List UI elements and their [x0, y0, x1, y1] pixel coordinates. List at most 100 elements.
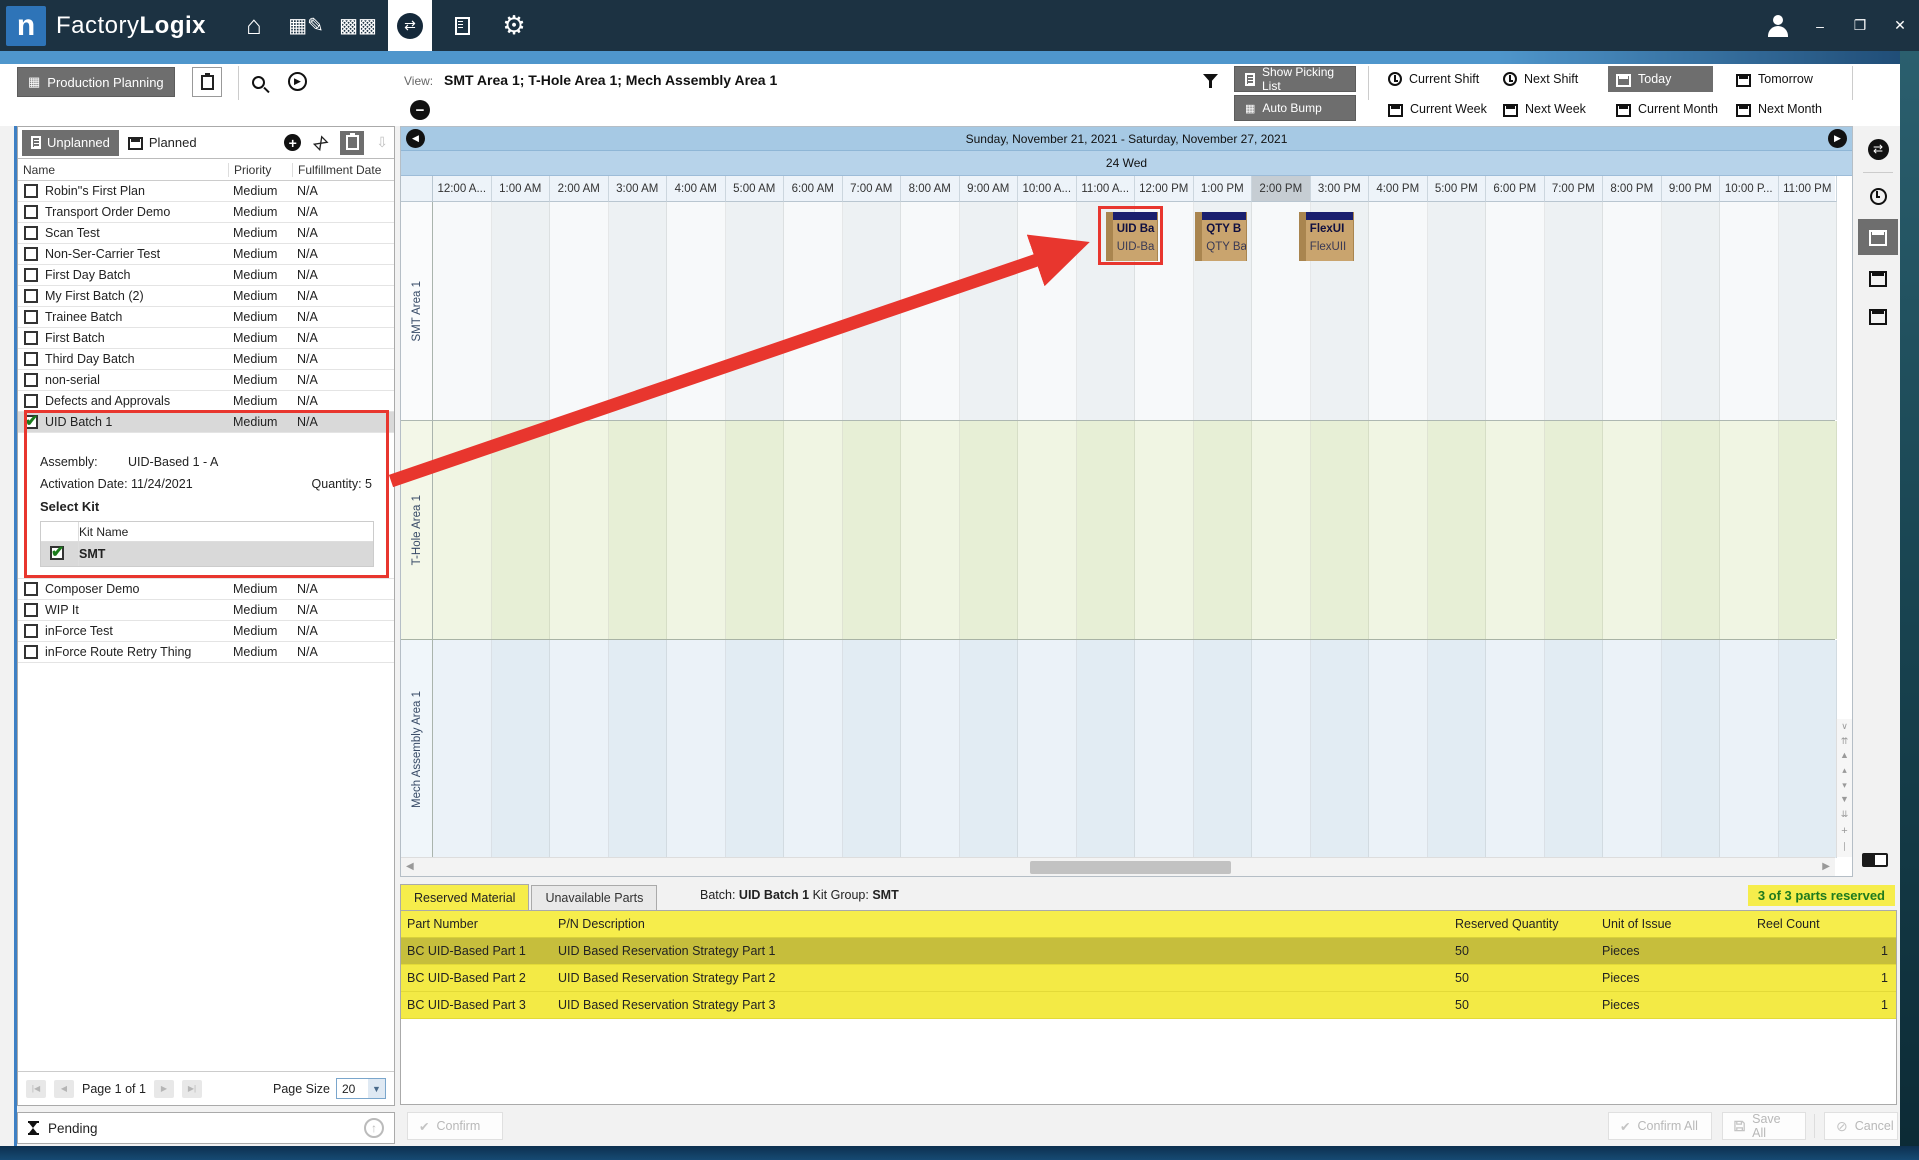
schedule-cell[interactable] — [1369, 640, 1428, 858]
schedule-cell[interactable] — [667, 640, 726, 858]
next-month-button[interactable]: Next Month — [1728, 96, 1830, 122]
schedule-cell[interactable] — [1486, 202, 1545, 420]
save-all-button[interactable]: Save All — [1722, 1112, 1806, 1140]
row-checkbox[interactable] — [24, 184, 38, 198]
auto-bump-button[interactable]: ▦Auto Bump — [1234, 95, 1356, 121]
schedule-event[interactable]: FlexUIFlexUII — [1299, 212, 1354, 261]
schedule-cell[interactable] — [492, 421, 551, 639]
batch-row[interactable]: My First Batch (2)MediumN/A — [18, 286, 394, 307]
schedule-cell[interactable] — [1018, 640, 1077, 858]
batch-row[interactable]: Scan TestMediumN/A — [18, 223, 394, 244]
schedule-cell[interactable] — [1369, 202, 1428, 420]
hour-header[interactable]: 7:00 AM — [843, 176, 902, 202]
restore-button[interactable]: ❐ — [1851, 17, 1869, 34]
schedule-cell[interactable] — [667, 202, 726, 420]
hour-header[interactable]: 8:00 AM — [901, 176, 960, 202]
row-checkbox[interactable] — [24, 352, 38, 366]
current-week-button[interactable]: Current Week — [1380, 96, 1495, 122]
tab-unavailable-parts[interactable]: Unavailable Parts — [531, 885, 657, 910]
part-row[interactable]: BC UID-Based Part 1UID Based Reservation… — [401, 938, 1896, 965]
kit-checkbox[interactable] — [50, 546, 64, 560]
schedule-cell[interactable] — [433, 202, 492, 420]
row-checkbox[interactable] — [24, 603, 38, 617]
minimize-button[interactable]: – — [1811, 18, 1829, 34]
settings-gear-icon[interactable]: ⚙ — [492, 4, 536, 48]
hour-header[interactable]: 12:00 A... — [433, 176, 492, 202]
schedule-cell[interactable] — [960, 640, 1019, 858]
hour-header[interactable]: 12:00 PM — [1135, 176, 1194, 202]
batch-row[interactable]: non-serialMediumN/A — [18, 370, 394, 391]
batch-row[interactable]: Trainee BatchMediumN/A — [18, 307, 394, 328]
row-checkbox[interactable] — [24, 268, 38, 282]
schedule-cell[interactable] — [1603, 640, 1662, 858]
schedule-cell[interactable] — [1194, 421, 1253, 639]
part-row[interactable]: BC UID-Based Part 3UID Based Reservation… — [401, 992, 1896, 1019]
kit-row[interactable]: SMT — [41, 542, 373, 566]
schedule-cell[interactable] — [901, 640, 960, 858]
tab-unplanned[interactable]: Unplanned — [22, 130, 119, 156]
filter-icon[interactable] — [1203, 74, 1218, 88]
schedule-cell[interactable] — [609, 202, 668, 420]
schedule-cell[interactable] — [1018, 421, 1077, 639]
hour-header[interactable]: 3:00 AM — [609, 176, 668, 202]
schedule-cell[interactable] — [1545, 202, 1604, 420]
schedule-cell[interactable] — [1252, 421, 1311, 639]
go-icon[interactable]: ▶ — [288, 72, 307, 91]
schedule-event[interactable]: UID BaUID-Ba — [1106, 212, 1158, 261]
shift-view-icon[interactable] — [1861, 181, 1895, 211]
schedule-cell[interactable] — [1311, 421, 1370, 639]
home-icon[interactable]: ⌂ — [232, 4, 276, 48]
schedule-cell[interactable] — [1369, 421, 1428, 639]
schedule-cell[interactable] — [1779, 640, 1838, 858]
hour-header[interactable]: 11:00 A... — [1077, 176, 1136, 202]
schedule-cell[interactable] — [901, 421, 960, 639]
search-icon[interactable] — [252, 76, 265, 89]
transfer-icon[interactable]: ⇄ — [388, 0, 432, 51]
row-checkbox[interactable] — [24, 331, 38, 345]
column-fulfillment[interactable]: Fulfillment Date — [292, 163, 394, 177]
schedule-cell[interactable] — [1486, 640, 1545, 858]
hour-header[interactable]: 6:00 PM — [1486, 176, 1545, 202]
batch-row[interactable]: Third Day BatchMediumN/A — [18, 349, 394, 370]
scroll-left-icon[interactable]: ◀ — [406, 861, 414, 872]
schedule-cell[interactable] — [843, 421, 902, 639]
batch-row[interactable]: First BatchMediumN/A — [18, 328, 394, 349]
batch-row[interactable]: Robin''s First PlanMediumN/A — [18, 181, 394, 202]
upload-icon[interactable]: ↑ — [364, 1118, 384, 1138]
column-reserved-quantity[interactable]: Reserved Quantity — [1449, 917, 1596, 931]
column-description[interactable]: P/N Description — [552, 917, 1449, 931]
schedule-cell[interactable] — [433, 421, 492, 639]
tab-planned[interactable]: Planned — [119, 130, 206, 156]
row-checkbox[interactable] — [24, 415, 38, 429]
scroll-right-icon[interactable]: ▶ — [1822, 861, 1830, 872]
schedule-cell[interactable] — [901, 202, 960, 420]
batch-row[interactable]: inForce Route Retry ThingMediumN/A — [18, 642, 394, 663]
schedule-cell[interactable] — [1018, 202, 1077, 420]
next-page-button[interactable]: ▶ — [154, 1080, 174, 1098]
zoom-rail[interactable]: ∨⇈▲▴▾▼⇊+∣ — [1836, 719, 1852, 857]
batch-row[interactable]: Defects and ApprovalsMediumN/A — [18, 391, 394, 412]
close-button[interactable]: ✕ — [1891, 17, 1909, 34]
clipboard-button[interactable] — [192, 67, 222, 97]
production-planning-button[interactable]: ▦Production Planning — [17, 67, 175, 97]
schedule-cell[interactable] — [1779, 421, 1838, 639]
hour-header[interactable]: 5:00 AM — [726, 176, 785, 202]
schedule-cell[interactable] — [1662, 421, 1721, 639]
batch-row[interactable]: WIP ItMediumN/A — [18, 600, 394, 621]
schedule-cell[interactable] — [550, 640, 609, 858]
schedule-cell[interactable] — [784, 421, 843, 639]
schedule-event[interactable]: QTY BQTY Ba — [1195, 212, 1247, 261]
sync-icon[interactable]: ⇄ — [1861, 134, 1895, 164]
schedule-cell[interactable] — [1077, 640, 1136, 858]
row-checkbox[interactable] — [24, 645, 38, 659]
column-reel-count[interactable]: Reel Count — [1751, 917, 1896, 931]
planning-grid-icon[interactable]: ▦✎ — [284, 4, 328, 48]
schedule-cell[interactable] — [1194, 640, 1253, 858]
next-shift-button[interactable]: Next Shift — [1495, 66, 1594, 92]
schedule-cell[interactable] — [1486, 421, 1545, 639]
confirm-button[interactable]: ✔Confirm — [407, 1112, 503, 1140]
schedule-cell[interactable] — [1077, 421, 1136, 639]
batch-row[interactable]: First Day BatchMediumN/A — [18, 265, 394, 286]
schedule-cell[interactable] — [1720, 421, 1779, 639]
schedule-cell[interactable] — [843, 202, 902, 420]
